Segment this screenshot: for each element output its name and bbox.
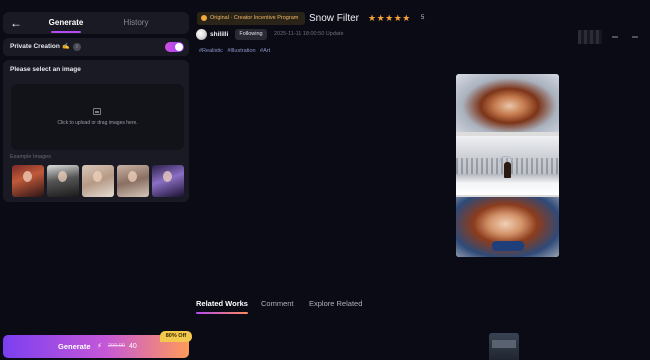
tag[interactable]: #Realistic	[199, 48, 223, 54]
badge-text: Original · Creator Incentive Program	[210, 15, 299, 21]
bolt-icon: ⚡	[97, 343, 102, 350]
author-name[interactable]: shililli	[210, 29, 228, 40]
example-image-2[interactable]	[47, 165, 79, 197]
thumbnail-detail	[492, 340, 516, 348]
avatar[interactable]	[196, 29, 207, 40]
example-image-4[interactable]	[117, 165, 149, 197]
private-creation-toggle[interactable]	[165, 42, 184, 52]
example-image-3[interactable]	[82, 165, 114, 197]
page-title: Snow Filter	[309, 13, 360, 24]
tag[interactable]: #Art	[260, 48, 270, 54]
private-creation-label: Private Creation	[10, 43, 60, 50]
image-upload-icon	[93, 108, 101, 115]
rating-count: 5	[421, 15, 425, 21]
example-image-1[interactable]	[12, 165, 44, 197]
artwork-panel-snowfield	[456, 136, 559, 195]
artwork-preview[interactable]	[456, 74, 559, 257]
toggle-knob	[175, 43, 183, 51]
following-button[interactable]: Following	[235, 29, 267, 40]
example-image-5[interactable]	[152, 165, 184, 197]
private-creation-row: Private Creation ✍️ i	[3, 38, 189, 56]
artwork-panel-portrait	[456, 74, 559, 132]
example-images-label: Example Images	[10, 154, 51, 160]
star-rating-icon: ★★★★★	[368, 13, 411, 23]
figure-shape	[504, 162, 511, 178]
generate-label: Generate	[58, 342, 91, 351]
divider	[612, 36, 618, 38]
tab-explore-related[interactable]: Explore Related	[309, 298, 362, 310]
old-price: 200.00	[108, 343, 125, 349]
select-image-title: Please select an image	[10, 66, 81, 73]
example-images	[12, 165, 186, 197]
tag[interactable]: #Illustration	[227, 48, 255, 54]
upload-dropzone[interactable]: Click to upload or drag images here.	[11, 84, 184, 150]
mode-tabs: ← Generate History	[3, 12, 189, 34]
tab-comment[interactable]: Comment	[261, 298, 294, 310]
artwork-panel-closeup	[456, 197, 559, 257]
blurred-element	[578, 30, 602, 44]
info-icon[interactable]: i	[73, 43, 81, 51]
upload-hint: Click to upload or drag images here.	[57, 120, 138, 126]
pencil-emoji-icon: ✍️	[62, 44, 70, 50]
tab-active-indicator	[51, 31, 81, 33]
update-timestamp: 2025-11-11 18:00:50 Update	[274, 31, 344, 37]
original-program-badge[interactable]: Original · Creator Incentive Program	[197, 12, 305, 25]
tab-history[interactable]: History	[113, 12, 159, 34]
tab-active-indicator	[196, 312, 248, 314]
divider	[632, 36, 638, 38]
discount-badge: 80% Off	[160, 331, 192, 342]
new-price: 40	[129, 343, 137, 350]
image-select-card: Please select an image Click to upload o…	[3, 60, 189, 202]
back-arrow-icon[interactable]: ←	[10, 15, 24, 31]
left-panel: ← Generate History Private Creation ✍️ i…	[0, 0, 192, 360]
badge-dot-icon	[201, 15, 207, 21]
tab-related-works[interactable]: Related Works	[196, 298, 248, 310]
tag-list: #Realistic #Illustration #Art	[199, 48, 273, 54]
scarf-shape	[492, 241, 524, 251]
